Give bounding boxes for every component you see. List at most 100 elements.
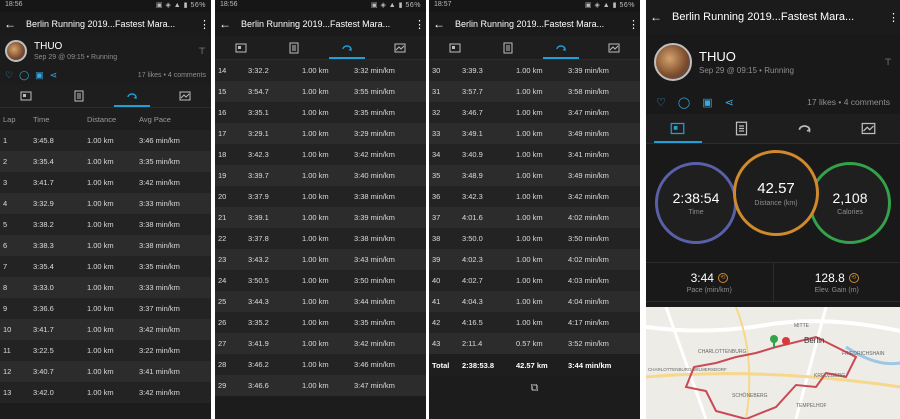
lap-row[interactable]: 21 3:39.1 1.00 km 3:39 min/km	[215, 207, 426, 228]
tab-charts[interactable]	[158, 84, 211, 107]
back-arrow-icon[interactable]: ←	[219, 17, 235, 31]
tab-overview[interactable]	[429, 36, 482, 59]
tab-overview[interactable]	[0, 84, 53, 107]
comment-icon[interactable]: ◯	[19, 70, 29, 81]
more-options-icon[interactable]: ⋮	[199, 18, 210, 31]
more-options-icon[interactable]: ⋮	[628, 18, 639, 31]
lap-pace: 3:33 min/km	[139, 199, 180, 208]
lap-row[interactable]: 8 3:33.0 1.00 km 3:33 min/km	[0, 277, 211, 298]
lap-row[interactable]: 19 3:39.7 1.00 km 3:40 min/km	[215, 165, 426, 186]
tab-charts[interactable]	[837, 114, 900, 143]
split-view-icon[interactable]: ⧉	[429, 376, 640, 400]
charts-icon	[608, 43, 620, 52]
lap-distance: 1.00 km	[302, 318, 329, 327]
pin-icon[interactable]: ⊤	[198, 46, 206, 57]
tab-charts[interactable]	[373, 36, 426, 59]
lap-row[interactable]: 33 3:49.1 1.00 km 3:49 min/km	[429, 123, 640, 144]
tab-laps[interactable]	[535, 36, 588, 59]
lap-row[interactable]: 38 3:50.0 1.00 km 3:50 min/km	[429, 228, 640, 249]
lap-row[interactable]: 22 3:37.8 1.00 km 3:38 min/km	[215, 228, 426, 249]
tab-overview[interactable]	[215, 36, 268, 59]
likes-comments-count[interactable]: 17 likes • 4 comments	[807, 97, 890, 107]
tab-overview[interactable]	[646, 114, 710, 143]
lap-row[interactable]: 20 3:37.9 1.00 km 3:38 min/km	[215, 186, 426, 207]
lap-pace: 3:49 min/km	[568, 129, 609, 138]
lap-number: 36	[432, 192, 441, 201]
lap-row[interactable]: 43 2:11.4 0.57 km 3:52 min/km	[429, 333, 640, 354]
lap-row[interactable]: 40 4:02.7 1.00 km 4:03 min/km	[429, 270, 640, 291]
lap-row[interactable]: 2 3:35.4 1.00 km 3:35 min/km	[0, 151, 211, 172]
lap-row[interactable]: 24 3:50.5 1.00 km 3:50 min/km	[215, 270, 426, 291]
lap-pace: 3:42 min/km	[139, 178, 180, 187]
tab-stats[interactable]	[482, 36, 535, 59]
lap-row[interactable]: 11 3:22.5 1.00 km 3:22 min/km	[0, 340, 211, 361]
lap-row[interactable]: 18 3:42.3 1.00 km 3:42 min/km	[215, 144, 426, 165]
lap-row[interactable]: 35 3:48.9 1.00 km 3:49 min/km	[429, 165, 640, 186]
lap-row[interactable]: 12 3:40.7 1.00 km 3:41 min/km	[0, 361, 211, 382]
lap-distance: 1.00 km	[87, 178, 114, 187]
share-icon[interactable]: ⋖	[50, 70, 58, 81]
avatar[interactable]	[654, 43, 692, 81]
lap-row[interactable]: 5 3:38.2 1.00 km 3:38 min/km	[0, 214, 211, 235]
lap-row[interactable]: 37 4:01.6 1.00 km 4:02 min/km	[429, 207, 640, 228]
likes-comments-count[interactable]: 17 likes • 4 comments	[138, 72, 206, 79]
route-map[interactable]: Berlin CHARLOTTENBURG CHARLOTTENBURG-WIL…	[646, 307, 900, 419]
camera-icon[interactable]: ▣	[702, 96, 712, 109]
camera-icon[interactable]: ▣	[35, 70, 44, 81]
tab-stats[interactable]	[53, 84, 106, 107]
lap-row[interactable]: 9 3:36.6 1.00 km 3:37 min/km	[0, 298, 211, 319]
lap-row[interactable]: 26 3:35.2 1.00 km 3:35 min/km	[215, 312, 426, 333]
lap-row[interactable]: 3 3:41.7 1.00 km 3:42 min/km	[0, 172, 211, 193]
pin-icon[interactable]: ⊤	[884, 57, 892, 68]
more-options-icon[interactable]: ⋮	[888, 11, 899, 24]
stats-icon	[735, 121, 747, 136]
status-icons: ▣ ◈ ▲ ▮ 56%	[584, 2, 635, 9]
lap-row[interactable]: 10 3:41.7 1.00 km 3:42 min/km	[0, 319, 211, 340]
lap-distance: 1.00 km	[516, 234, 543, 243]
tab-laps[interactable]	[773, 114, 837, 143]
back-arrow-icon[interactable]: ←	[4, 17, 20, 31]
share-icon[interactable]: ⋖	[725, 96, 734, 109]
lap-row[interactable]: 32 3:46.7 1.00 km 3:47 min/km	[429, 102, 640, 123]
lap-number: 29	[218, 381, 227, 390]
lap-row[interactable]: 39 4:02.3 1.00 km 4:02 min/km	[429, 249, 640, 270]
lap-row[interactable]: 25 3:44.3 1.00 km 3:44 min/km	[215, 291, 426, 312]
lap-row[interactable]: 7 3:35.4 1.00 km 3:35 min/km	[0, 256, 211, 277]
lap-row[interactable]: 42 4:16.5 1.00 km 4:17 min/km	[429, 312, 640, 333]
lap-row[interactable]: 34 3:40.9 1.00 km 3:41 min/km	[429, 144, 640, 165]
lap-row[interactable]: 14 3:32.2 1.00 km 3:32 min/km	[215, 60, 426, 81]
tab-stats[interactable]	[710, 114, 774, 143]
lap-row[interactable]: 29 3:46.6 1.00 km 3:47 min/km	[215, 375, 426, 396]
lap-row[interactable]: 15 3:54.7 1.00 km 3:55 min/km	[215, 81, 426, 102]
activity-tabs	[215, 36, 426, 60]
lap-row[interactable]: 28 3:46.2 1.00 km 3:46 min/km	[215, 354, 426, 375]
back-arrow-icon[interactable]: ←	[650, 10, 666, 24]
more-options-icon[interactable]: ⋮	[414, 18, 425, 31]
lap-row[interactable]: 30 3:39.3 1.00 km 3:39 min/km	[429, 60, 640, 81]
lap-row[interactable]: 1 3:45.8 1.00 km 3:46 min/km	[0, 130, 211, 151]
lap-row[interactable]: 23 3:43.2 1.00 km 3:43 min/km	[215, 249, 426, 270]
avatar[interactable]	[5, 40, 27, 62]
back-arrow-icon[interactable]: ←	[433, 17, 449, 31]
lap-row[interactable]: 16 3:35.1 1.00 km 3:35 min/km	[215, 102, 426, 123]
lap-row[interactable]: 13 3:42.0 1.00 km 3:42 min/km	[0, 382, 211, 403]
like-icon[interactable]: ♡	[656, 96, 666, 109]
lap-distance: 1.00 km	[302, 108, 329, 117]
lap-row[interactable]: 31 3:57.7 1.00 km 3:58 min/km	[429, 81, 640, 102]
tab-laps[interactable]	[106, 84, 159, 107]
elevation-badge-icon: ⟲	[848, 272, 859, 283]
lap-time: 3:49.1	[462, 129, 483, 138]
tab-laps[interactable]	[321, 36, 374, 59]
distance-label: Distance (km)	[754, 199, 798, 207]
tab-charts[interactable]	[587, 36, 640, 59]
tab-stats[interactable]	[268, 36, 321, 59]
lap-pace: 4:02 min/km	[568, 255, 609, 264]
lap-row[interactable]: 4 3:32.9 1.00 km 3:33 min/km	[0, 193, 211, 214]
like-icon[interactable]: ♡	[5, 70, 13, 81]
lap-row[interactable]: 6 3:38.3 1.00 km 3:38 min/km	[0, 235, 211, 256]
lap-row[interactable]: 36 3:42.3 1.00 km 3:42 min/km	[429, 186, 640, 207]
lap-row[interactable]: 27 3:41.9 1.00 km 3:42 min/km	[215, 333, 426, 354]
comment-icon[interactable]: ◯	[678, 96, 690, 109]
lap-row[interactable]: 41 4:04.3 1.00 km 4:04 min/km	[429, 291, 640, 312]
lap-row[interactable]: 17 3:29.1 1.00 km 3:29 min/km	[215, 123, 426, 144]
